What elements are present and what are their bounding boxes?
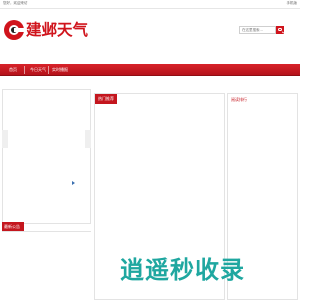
sidebar-panel — [2, 89, 91, 224]
search-input[interactable] — [239, 26, 276, 34]
sidebar-scroll-track — [85, 130, 91, 148]
logo-text: 建邺天气 — [26, 21, 89, 39]
sidebar-section-header: 最新公告 — [2, 222, 24, 231]
main-nav: 首页 今日天气 实时播报 — [0, 64, 300, 76]
top-bar: 您好，欢迎来访 手机版 — [0, 0, 300, 9]
arrow-right-icon[interactable] — [72, 181, 75, 185]
mobile-link[interactable]: 手机版 — [287, 1, 298, 6]
nav-item-today-weather[interactable]: 今日天气 — [30, 64, 46, 76]
sidebar-scroll-track — [2, 130, 8, 148]
divider — [2, 231, 91, 232]
panel-title-hot: 热门推荐 — [98, 96, 114, 101]
nav-item-home[interactable]: 首页 — [9, 64, 17, 76]
nav-separator — [24, 66, 25, 74]
search-button[interactable] — [276, 26, 284, 34]
logo-icon — [4, 20, 25, 40]
sidebar-section-title: 最新公告 — [4, 224, 20, 229]
welcome-text: 您好，欢迎来访 — [3, 1, 28, 5]
panel-title-rank: 阅读排行 — [231, 97, 247, 102]
watermark-text: 逍遥秒收录 — [120, 256, 245, 284]
nav-item-live-report[interactable]: 实时播报 — [52, 64, 68, 76]
search-icon — [278, 27, 282, 31]
site-logo[interactable]: 建邺天气 — [3, 19, 88, 43]
panel-header: 热门推荐 — [95, 94, 117, 104]
nav-separator — [48, 66, 49, 74]
